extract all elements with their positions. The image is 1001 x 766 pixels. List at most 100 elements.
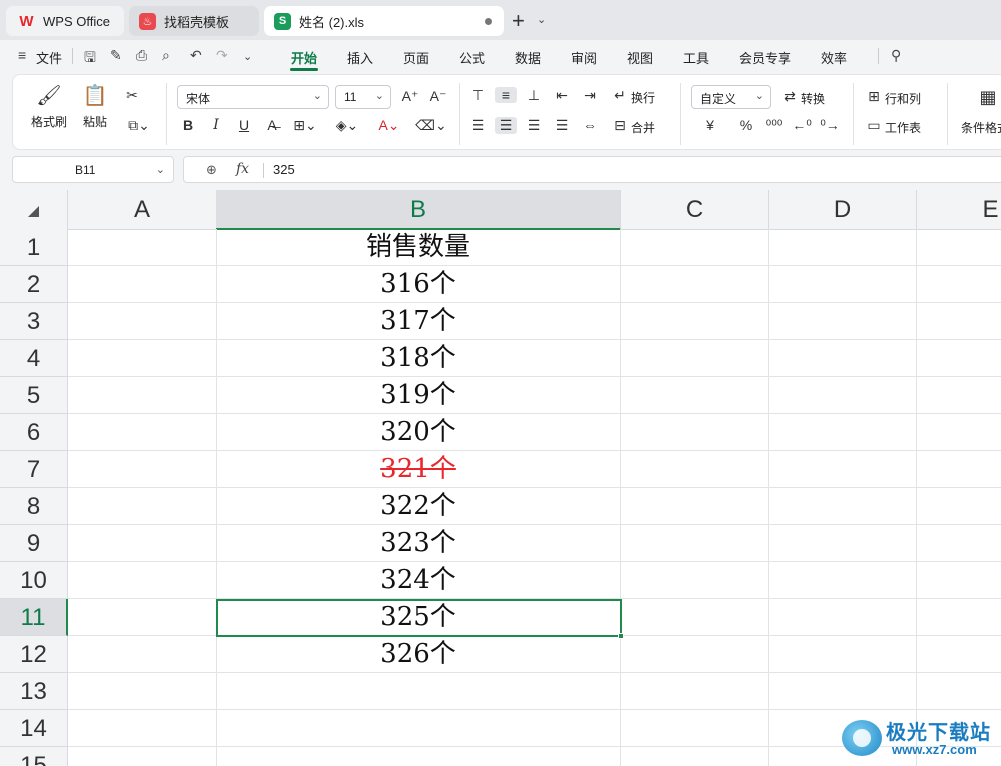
strikethrough-icon[interactable]: A̶	[261, 117, 283, 133]
wrap-text-button[interactable]: 换行	[631, 89, 655, 106]
row-header[interactable]: 11	[0, 599, 68, 636]
menu-file[interactable]: 文件	[36, 48, 62, 67]
tab-docer-templates[interactable]: ♨ 找稻壳模板	[129, 6, 259, 36]
cell-e[interactable]	[917, 303, 1001, 340]
cell-b[interactable]: 319个	[216, 377, 621, 414]
thousands-separator-icon[interactable]: ⁰⁰⁰	[763, 117, 785, 134]
increase-decimal-icon[interactable]: ←⁰	[791, 117, 813, 134]
row-header[interactable]: 9	[0, 525, 68, 562]
worksheet-button[interactable]: 工作表	[885, 119, 921, 136]
cell-a[interactable]	[68, 599, 217, 636]
cell-e[interactable]	[917, 599, 1001, 636]
cell-a[interactable]	[68, 636, 217, 673]
cell-b[interactable]: 320个	[216, 414, 621, 451]
cell-a[interactable]	[68, 451, 217, 488]
cell-d[interactable]	[769, 636, 917, 673]
cell-a[interactable]	[68, 488, 217, 525]
print-icon[interactable]: ⎙	[136, 47, 147, 64]
align-bottom-icon[interactable]: ⊥	[523, 87, 545, 104]
row-header[interactable]: 14	[0, 710, 68, 747]
hamburger-menu-icon[interactable]: ≡	[18, 47, 26, 63]
cell-b[interactable]	[216, 710, 621, 747]
row-header[interactable]: 8	[0, 488, 68, 525]
cell-a[interactable]	[68, 562, 217, 599]
bold-button[interactable]: B	[177, 117, 199, 133]
cell-b[interactable]: 326个	[216, 636, 621, 673]
align-center-icon[interactable]: ☰	[495, 117, 517, 134]
column-header-e[interactable]: E	[917, 190, 1001, 230]
cell-a[interactable]	[68, 673, 217, 710]
cell-b[interactable]: 321个	[216, 451, 621, 488]
format-painter-button[interactable]: 🖌 格式刷	[25, 85, 73, 130]
cell-a[interactable]	[68, 710, 217, 747]
cell-c[interactable]	[621, 340, 769, 377]
cell-e[interactable]	[917, 229, 1001, 266]
search-icon[interactable]: ⚲	[891, 47, 901, 64]
column-header-d[interactable]: D	[769, 190, 917, 230]
cell-c[interactable]	[621, 266, 769, 303]
cell-e[interactable]	[917, 377, 1001, 414]
cell-c[interactable]	[621, 488, 769, 525]
unsaved-dot-icon[interactable]	[485, 18, 492, 25]
number-format-select[interactable]: 自定义 ⌄	[691, 85, 771, 109]
cell-c[interactable]	[621, 562, 769, 599]
rows-cols-button[interactable]: 行和列	[885, 90, 921, 107]
cell-c[interactable]	[621, 599, 769, 636]
cell-e[interactable]	[917, 488, 1001, 525]
menu-tools[interactable]: 工具	[683, 48, 709, 67]
rows-cols-icon[interactable]: ⊞	[863, 88, 885, 105]
cell-d[interactable]	[769, 229, 917, 266]
menu-formula[interactable]: 公式	[459, 48, 485, 67]
pen-icon[interactable]: ✎	[110, 47, 122, 64]
fx-icon[interactable]: fx	[236, 161, 249, 177]
row-header[interactable]: 12	[0, 636, 68, 673]
menu-insert[interactable]: 插入	[347, 48, 373, 67]
cell-e[interactable]	[917, 266, 1001, 303]
cell-a[interactable]	[68, 414, 217, 451]
row-header[interactable]: 1	[0, 229, 68, 266]
font-size-select[interactable]: 11 ⌄	[335, 85, 391, 109]
cell-e[interactable]	[917, 525, 1001, 562]
italic-button[interactable]: I	[205, 117, 227, 133]
decrease-decimal-icon[interactable]: ⁰→	[819, 117, 841, 134]
font-name-select[interactable]: 宋体 ⌄	[177, 85, 329, 109]
menu-membership[interactable]: 会员专享	[739, 48, 791, 67]
cell-d[interactable]	[769, 488, 917, 525]
cell-b[interactable]: 323个	[216, 525, 621, 562]
row-header[interactable]: 15	[0, 747, 68, 766]
row-header[interactable]: 5	[0, 377, 68, 414]
cell-e[interactable]	[917, 451, 1001, 488]
underline-button[interactable]: U	[233, 117, 255, 133]
new-tab-plus-icon[interactable]: +	[512, 8, 525, 34]
conditional-format-icon[interactable]: ▦	[977, 87, 999, 108]
cell-a[interactable]	[68, 340, 217, 377]
cell-c[interactable]	[621, 710, 769, 747]
convert-button[interactable]: 转换	[801, 90, 825, 107]
borders-icon[interactable]: ⊞⌄	[289, 117, 321, 134]
cell-c[interactable]	[621, 414, 769, 451]
cell-d[interactable]	[769, 525, 917, 562]
menu-data[interactable]: 数据	[515, 48, 541, 67]
row-header[interactable]: 10	[0, 562, 68, 599]
cut-scissors-icon[interactable]: ✂	[121, 87, 143, 104]
menu-efficiency[interactable]: 效率	[821, 48, 847, 67]
row-header[interactable]: 4	[0, 340, 68, 377]
paste-button[interactable]: 📋 粘贴	[71, 85, 119, 130]
cell-d[interactable]	[769, 414, 917, 451]
row-header[interactable]: 6	[0, 414, 68, 451]
cell-e[interactable]	[917, 340, 1001, 377]
cell-e[interactable]	[917, 562, 1001, 599]
fill-color-icon[interactable]: ◈⌄	[331, 117, 363, 134]
cell-a[interactable]	[68, 229, 217, 266]
redo-icon[interactable]: ↷	[216, 47, 228, 64]
save-icon[interactable]: 🖫	[84, 47, 96, 71]
wrap-text-icon[interactable]: ↵	[609, 87, 631, 104]
merge-icon[interactable]: ⊟	[609, 117, 631, 134]
cell-c[interactable]	[621, 451, 769, 488]
cell-d[interactable]	[769, 266, 917, 303]
conditional-format-button[interactable]: 条件格式	[961, 119, 1001, 136]
cell-a[interactable]	[68, 747, 217, 766]
undo-icon[interactable]: ↶	[190, 47, 202, 64]
cell-d[interactable]	[769, 340, 917, 377]
tab-wps-office[interactable]: W WPS Office	[6, 6, 124, 36]
